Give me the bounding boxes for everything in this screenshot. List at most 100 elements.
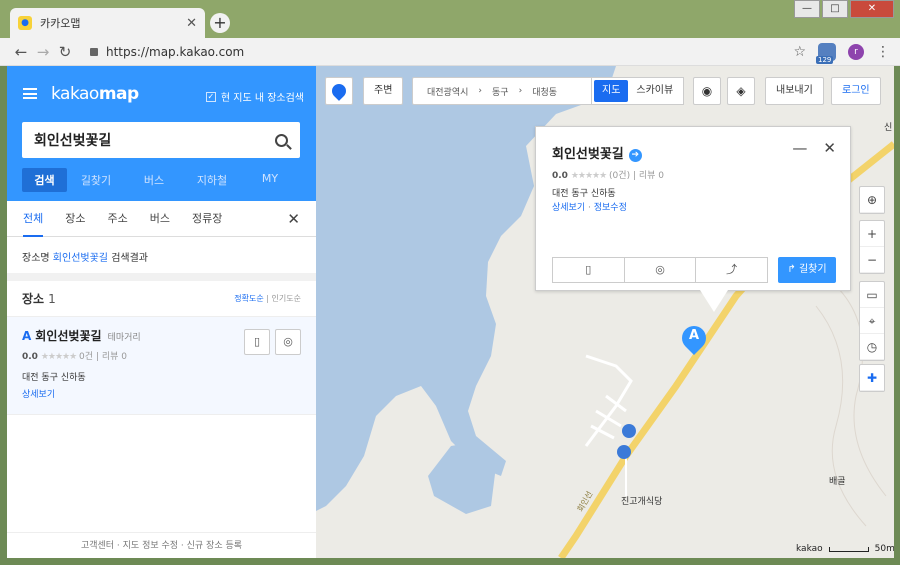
map-mode-switch: 지도 스카이뷰 <box>591 77 685 105</box>
popup-edit-link[interactable]: 정보수정 <box>594 203 627 213</box>
popup-review-count[interactable]: 리뷰 0 <box>639 171 664 181</box>
tab-my[interactable]: MY <box>241 168 299 192</box>
place-letter: A <box>22 329 32 343</box>
tab-search[interactable]: 검색 <box>22 168 67 192</box>
checkbox-icon[interactable]: ✓ <box>205 91 216 102</box>
tab-subway[interactable]: 지하철 <box>183 168 241 192</box>
go-arrow-icon[interactable]: ➔ <box>628 149 642 162</box>
popup-action-buttons: ▯ ◎ ⤴ <box>552 257 768 283</box>
minimize-popup-icon[interactable]: — <box>792 139 807 157</box>
bus-stop-icon-2 <box>617 445 631 459</box>
login-button[interactable]: 로그인 <box>831 77 881 105</box>
subtab-place[interactable]: 장소 <box>65 201 85 237</box>
sort-accuracy[interactable]: 정확도순 <box>234 294 263 303</box>
current-location-icon[interactable]: ⊕ <box>860 187 884 213</box>
current-map-search-checkbox[interactable]: ✓ 현 지도 내 장소검색 <box>205 89 304 104</box>
nearby-button[interactable]: 주변 <box>363 77 404 105</box>
map-edge-label: 신 <box>884 123 893 133</box>
add-place-icon[interactable]: ✚ <box>860 365 884 391</box>
place-pin-icon[interactable]: ◎ <box>275 329 301 355</box>
address-bar[interactable]: https://map.kakao.com <box>90 45 793 59</box>
detail-link[interactable]: 상세보기 <box>22 387 301 400</box>
sort-options: 정확도순 | 인기도순 <box>234 294 301 303</box>
my-location-button[interactable] <box>325 77 353 105</box>
window-close-button[interactable]: ✕ <box>850 0 894 18</box>
roadview-icon[interactable]: ◉ <box>693 77 721 105</box>
place-category: 테마거리 <box>107 333 141 343</box>
tab-close-icon[interactable]: ✕ <box>186 16 197 31</box>
rating-stars-icon: ★★★★★ <box>40 352 77 362</box>
share-icon[interactable]: ⤴ <box>696 258 767 282</box>
tab-directions[interactable]: 길찾기 <box>67 168 125 192</box>
export-button[interactable]: 내보내기 <box>765 77 824 105</box>
sort-popular[interactable]: 인기도순 <box>272 294 301 303</box>
back-icon[interactable]: ← <box>10 43 32 61</box>
profile-avatar[interactable]: r <box>848 43 864 60</box>
close-results-icon[interactable]: ✕ <box>287 210 300 228</box>
marker-letter: A <box>688 328 700 343</box>
places-section-header: 장소 1 정확도순 | 인기도순 <box>7 281 316 317</box>
window-controls: — □ ✕ <box>792 0 894 18</box>
crumb-dong[interactable]: 대청동 <box>532 85 557 98</box>
subtab-all[interactable]: 전체 <box>23 201 44 237</box>
map-mode-button[interactable]: 지도 <box>594 80 629 102</box>
ruler-icon[interactable]: ▭ <box>860 282 884 308</box>
main-tabs: 검색 길찾기 버스 지하철 MY <box>22 168 299 192</box>
layers-icon[interactable]: ◈ <box>727 77 755 105</box>
hamburger-menu-icon[interactable] <box>23 88 37 99</box>
subtab-bus[interactable]: 버스 <box>150 201 170 237</box>
popup-controls: — ✕ <box>792 139 836 157</box>
crumb-city[interactable]: 대전광역시 <box>427 85 468 98</box>
search-icon[interactable] <box>275 133 288 147</box>
zoom-in-icon[interactable]: + <box>860 221 884 247</box>
list-item[interactable]: A 회인선벚꽃길 테마거리 0.0 ★★★★★ 0건 | 리뷰 0 대전 동구 신하… <box>7 317 316 415</box>
search-input[interactable] <box>34 132 275 148</box>
sidebar-footer[interactable]: 고객센터 · 지도 정보 수정 · 신규 장소 등록 <box>7 532 316 558</box>
sidebar-header: kakaomap ✓ 현 지도 내 장소검색 검색 길찾기 버스 지하철 MY <box>7 66 316 201</box>
browser-tab[interactable]: ● 카카오맵 ✕ <box>10 8 205 38</box>
subtab-address[interactable]: 주소 <box>108 201 128 237</box>
forward-icon[interactable]: → <box>32 43 54 61</box>
sub-tabs: 전체 장소 주소 버스 정류장 ✕ <box>7 201 316 237</box>
url-text: https://map.kakao.com <box>106 44 245 59</box>
browser-menu-icon[interactable]: ⋮ <box>876 44 890 60</box>
crumb-district[interactable]: 동구 <box>492 85 509 98</box>
route-button[interactable]: ↱ 길찾기 <box>778 257 836 283</box>
minimize-button[interactable]: — <box>794 0 820 18</box>
browser-toolbar: ← → ↻ https://map.kakao.com ☆ 129 r ⋮ <box>0 38 900 66</box>
radius-icon[interactable]: ◷ <box>860 334 884 360</box>
roadview-pin-icon[interactable]: ◎ <box>625 258 697 282</box>
bookmark-icon[interactable]: ▯ <box>244 329 270 355</box>
new-tab-button[interactable]: + <box>210 13 230 33</box>
close-popup-icon[interactable]: ✕ <box>823 139 836 157</box>
place-label: 배골 <box>829 477 846 487</box>
zoom-out-icon[interactable]: − <box>860 247 884 273</box>
add-place-tool: ✚ <box>859 364 885 392</box>
place-name[interactable]: 회인선벚꽃길 <box>35 329 101 343</box>
kakaomap-logo[interactable]: kakaomap <box>51 84 139 104</box>
popup-detail-link[interactable]: 상세보기 <box>552 203 585 213</box>
area-icon[interactable]: ⌖ <box>860 308 884 334</box>
bus-stop-icon <box>622 424 636 438</box>
lock-icon <box>90 47 98 56</box>
scale-value: 50m <box>874 544 894 554</box>
kakao-watermark: kakao <box>796 544 823 554</box>
section-count: 1 <box>48 291 56 306</box>
extension-icon[interactable]: 129 <box>816 42 836 64</box>
place-popup: 회인선벚꽃길 ➔ — ✕ 0.0 ★★★★★ (0건) | 리뷰 0 대전 동구 … <box>535 126 851 312</box>
tab-bus[interactable]: 버스 <box>125 168 183 192</box>
restaurant-label[interactable]: 진고개식당 <box>621 494 662 507</box>
maximize-button[interactable]: □ <box>822 0 848 18</box>
save-bookmark-icon[interactable]: ▯ <box>553 258 625 282</box>
rating-stars-icon: ★★★★★ <box>570 171 607 181</box>
popup-title[interactable]: 회인선벚꽃길 ➔ <box>552 143 642 162</box>
skyview-mode-button[interactable]: 스카이뷰 <box>628 80 681 102</box>
route-icon: ↱ <box>787 264 796 275</box>
subtab-stop[interactable]: 정류장 <box>192 201 222 237</box>
review-count[interactable]: 리뷰 0 <box>102 352 127 362</box>
kakaomap-favicon: ● <box>18 16 32 30</box>
bookmark-star-icon[interactable]: ☆ <box>793 44 806 60</box>
reload-icon[interactable]: ↻ <box>54 43 76 61</box>
map-canvas[interactable]: 주변 대전광역시 › 동구 › 대청동 지도 스카이뷰 ◉ ◈ 내보내기 로그인… <box>316 66 894 558</box>
window-frame-right <box>894 66 900 565</box>
